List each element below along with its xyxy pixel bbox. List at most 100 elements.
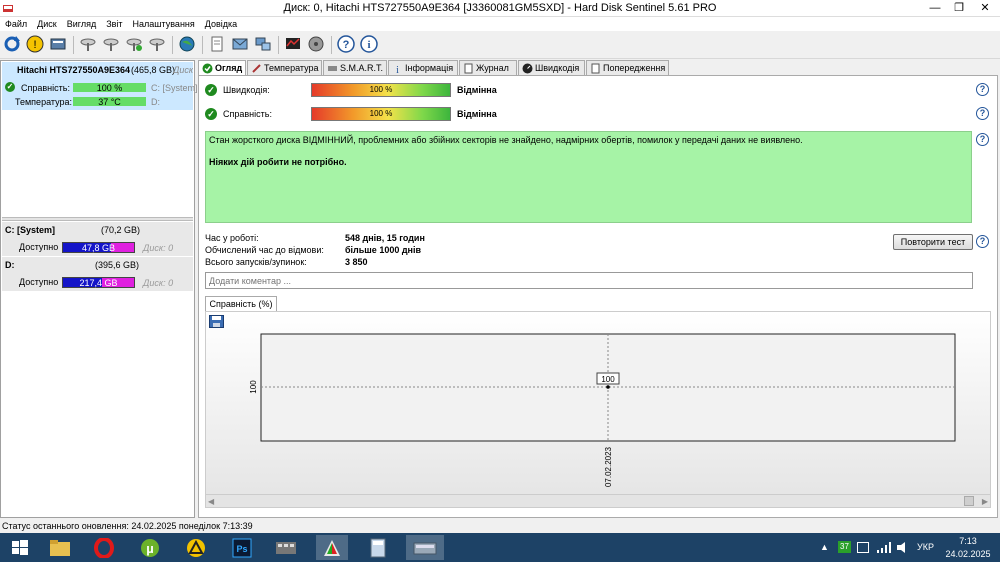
action-message: Ніяких дій робити не потрібно. [209,157,347,167]
title-bar: Диск: 0, Hitachi HTS727550A9E364 [J33600… [0,0,1000,17]
report-icon[interactable] [207,34,227,54]
disk-test-icon[interactable] [306,34,326,54]
lifetime-value: більше 1000 днів [345,245,422,255]
taskbar: µ Ps ▲ 37 УКР 7:13 24.02.2025 [0,533,1000,562]
volume-c-free-label: Доступно [19,242,59,252]
disk-size: (465,8 GB) [131,65,176,75]
uptime-value: 548 днів, 15 годин [345,233,425,243]
comment-input[interactable] [205,272,973,289]
check-icon [202,63,213,74]
tray-expand-icon[interactable]: ▲ [820,542,829,552]
opera-icon[interactable] [88,535,120,560]
clock-time[interactable]: 7:13 [946,536,990,546]
volume-c-free: 47,8 GB [81,243,116,253]
calculator-icon[interactable] [362,535,394,560]
tray-app-icon[interactable] [857,542,869,553]
disk-temp-label: Температура: [15,97,73,107]
utorrent-icon[interactable]: µ [134,535,166,560]
disk-temp-value: 37 °C [98,97,121,107]
globe-icon[interactable] [177,34,197,54]
volume-c-disk: Диск: 0 [143,243,174,253]
health-label: Справність: [223,109,272,119]
tab-overview[interactable]: Огляд [198,60,246,76]
clock-date[interactable]: 24.02.2025 [942,549,994,559]
status-bar: Статус останнього оновлення: 24.02.2025 … [0,519,1000,533]
paint-icon[interactable] [316,535,348,560]
satellite-dish-4-icon[interactable] [147,34,167,54]
scroll-right-icon[interactable]: ▶ [982,497,988,506]
message-help-icon[interactable]: ? [976,133,989,146]
scroll-left-icon[interactable]: ◀ [208,497,214,506]
retest-help-icon[interactable]: ? [976,235,989,248]
scroll-thumb[interactable] [964,496,974,506]
menu-disk[interactable]: Диск [32,17,62,31]
disk-volume-c: C: [System] [151,83,198,93]
disk-health-value: 100 % [96,83,123,93]
speed-label: Швидкодія: [223,85,270,95]
retest-button[interactable]: Повторити тест [893,234,973,250]
satellite-dish-3-icon[interactable] [124,34,144,54]
tab-temperature[interactable]: Температура [247,60,322,75]
svg-text:Ps: Ps [236,544,247,554]
menu-file[interactable]: Файл [0,17,32,31]
explorer-icon[interactable] [44,535,76,560]
thermometer-icon [252,64,261,73]
language-indicator[interactable]: УКР [917,542,934,552]
health-value: 100 % [369,109,393,118]
network-tray-icon[interactable] [877,542,891,555]
health-chart: 100 100 07.02.2023 [249,333,956,487]
volume-tray-icon[interactable] [897,542,911,555]
disk-health-label: Справність: [21,83,70,93]
satellite-dish-2-icon[interactable] [101,34,121,54]
tab-info[interactable]: i Інформація [388,60,458,75]
svg-text:µ: µ [146,541,154,556]
info-icon[interactable]: i [359,34,379,54]
volume-d-free: 217,4 GB [79,278,118,288]
disk-info-icon[interactable] [48,34,68,54]
window-title: Диск: 0, Hitachi HTS727550A9E364 [J33600… [283,2,717,14]
menu-help[interactable]: Довідка [200,17,242,31]
tab-health-chart[interactable]: Справність (%) [205,296,277,311]
menu-settings[interactable]: Налаштування [128,17,200,31]
film-app-icon[interactable] [270,535,302,560]
pane-divider[interactable] [2,217,193,221]
x-tick-label: 07.02.2023 [604,446,613,487]
menu-bar: Файл Диск Вигляд Звіт Налаштування Довідка [0,17,1000,31]
tab-alerts[interactable]: Попередження [586,60,669,75]
maximize-button[interactable]: ❐ [946,0,972,17]
alert-icon[interactable]: ! [25,34,45,54]
svg-text:i: i [396,65,399,74]
close-button[interactable]: ✕ [972,0,998,17]
health-ok-icon: ✓ [5,82,15,92]
tab-performance[interactable]: Швидкодія [518,60,585,75]
y-tick-label: 100 [249,380,258,394]
hdsentinel-taskbar-icon[interactable] [406,535,444,560]
menu-view[interactable]: Вигляд [62,17,102,31]
volume-d-size: (395,6 GB) [95,260,140,270]
help-icon[interactable]: ? [336,34,356,54]
photoshop-icon[interactable]: Ps [226,535,258,560]
menu-report[interactable]: Звіт [101,17,127,31]
svg-text:!: ! [33,39,36,51]
info-small-icon: i [396,65,399,74]
temperature-tray-badge[interactable]: 37 [838,541,851,553]
surface-test-icon[interactable] [283,34,303,54]
smart-icon [328,66,337,71]
volume-d-disk: Диск: 0 [143,278,174,288]
toolbar: ! ? i [0,31,1000,59]
starts-label: Всього запусків/зупинок: [205,257,307,267]
start-button[interactable] [4,535,36,560]
tab-log[interactable]: Журнал [459,60,517,75]
chart-scrollbar[interactable]: ◀ ▶ [206,494,990,507]
health-help-icon[interactable]: ? [976,107,989,120]
refresh-icon[interactable] [2,34,22,54]
archicad-icon[interactable] [180,535,212,560]
satellite-dish-1-icon[interactable] [78,34,98,54]
tab-smart[interactable]: S.M.A.R.T. [323,60,387,75]
network-icon[interactable] [253,34,273,54]
speed-help-icon[interactable]: ? [976,83,989,96]
send-report-icon[interactable] [230,34,250,54]
page-icon [591,63,600,74]
disk-suffix: Диск [173,65,193,75]
minimize-button[interactable]: — [922,0,948,17]
